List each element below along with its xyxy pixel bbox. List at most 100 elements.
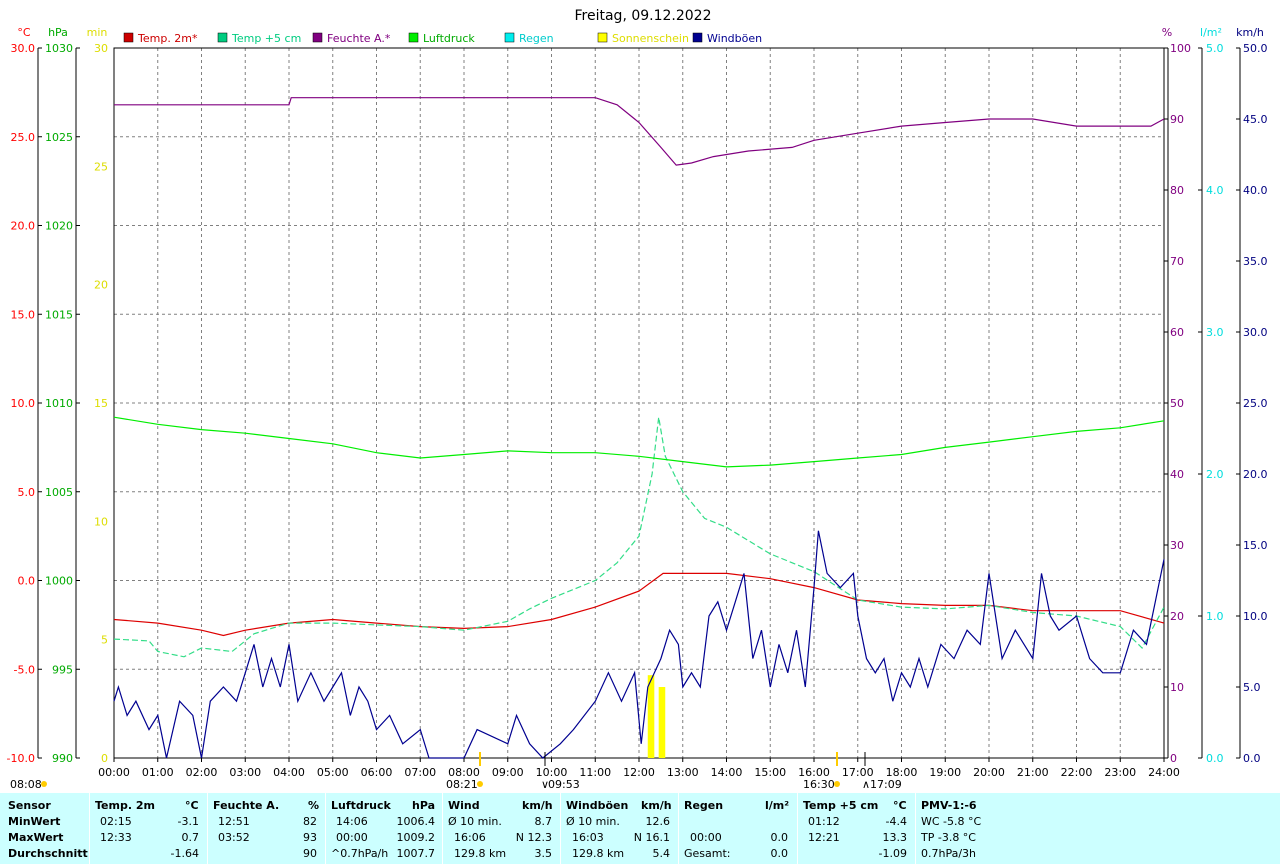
wind-unit: km/h (1236, 26, 1264, 39)
wind-tick-label: 35.0 (1243, 255, 1268, 268)
rain-tick-label: 3.0 (1206, 326, 1224, 339)
temp-tick-label: 25.0 (11, 131, 36, 144)
sunrise-label: 08:08 (10, 778, 42, 791)
wind-r1: 8.7 (534, 815, 553, 828)
x-tick-label: 14:00 (711, 766, 743, 779)
rain-end-icon: ∧ (862, 778, 870, 791)
x-tick-label: 20:00 (973, 766, 1005, 779)
feuchte-max-time: 03:52 (218, 831, 250, 844)
wind-tick-label: 0.0 (1243, 752, 1261, 765)
legend-swatch (692, 32, 703, 43)
regen-r2: 0.0 (770, 831, 789, 844)
regen-unit: l/m² (765, 799, 790, 812)
x-tick-label: 22:00 (1061, 766, 1093, 779)
temp5cm-max: 13.3 (882, 831, 908, 844)
wind-r1-label: Ø 10 min. (448, 815, 502, 828)
feuchte-min: 82 (303, 815, 317, 828)
pressure-tick-label: 1010 (45, 397, 73, 410)
sunrise-icon (41, 781, 47, 787)
rain-tick-label: 4.0 (1206, 184, 1224, 197)
sun-max-label: 09:53 (548, 778, 580, 791)
x-tick-label: 00:00 (98, 766, 130, 779)
luftdruck-unit: hPa (412, 799, 436, 812)
legend-label: Temp +5 cm (231, 32, 301, 45)
temp-tick-label: 30.0 (11, 42, 36, 55)
temp5cm-min: -4.4 (885, 815, 907, 828)
windboeen-r2: N 16.1 (633, 831, 670, 844)
legend-swatch (408, 32, 419, 43)
feuchte-unit: % (308, 799, 320, 812)
temp-tick-label: 0.0 (18, 575, 36, 588)
temp2m-min-time: 02:15 (100, 815, 132, 828)
legend-label: Feuchte A.* (327, 32, 391, 45)
pmv-trend: 0.7hPa/3h (921, 847, 977, 860)
humidity-tick-label: 60 (1170, 326, 1184, 339)
temp2m-max-time: 12:33 (100, 831, 132, 844)
x-tick-label: 06:00 (361, 766, 393, 779)
x-tick-label: 01:00 (142, 766, 174, 779)
legend-swatch (123, 32, 134, 43)
legend-label: Windböen (707, 32, 762, 45)
sunshine-bar (658, 687, 666, 758)
legend-label: Sonnenschein (612, 32, 689, 45)
x-tick-label: 03:00 (229, 766, 261, 779)
sunshine-tick-label: 20 (94, 279, 108, 292)
legend-label: Luftdruck (423, 32, 475, 45)
temp2m-avg: -1.64 (170, 847, 199, 860)
humidity-tick-label: 0 (1170, 752, 1177, 765)
feuchte-avg: 90 (303, 847, 317, 860)
temp-tick-label: 5.0 (18, 486, 36, 499)
wind-tick-label: 30.0 (1243, 326, 1268, 339)
luftdruck-max: 1009.2 (396, 831, 436, 844)
luftdruck-avg: 1007.7 (396, 847, 436, 860)
temp5cm-unit: °C (893, 799, 907, 812)
chart-title: Freitag, 09.12.2022 (575, 8, 712, 24)
temp2m-min: -3.1 (177, 815, 199, 828)
x-tick-label: 04:00 (273, 766, 305, 779)
x-tick-label: 05:00 (317, 766, 349, 779)
windboeen-r3: 5.4 (652, 847, 671, 860)
x-tick-label: 21:00 (1017, 766, 1049, 779)
pressure-tick-label: 990 (52, 752, 73, 765)
wind-tick-label: 45.0 (1243, 113, 1268, 126)
pressure-tick-label: 995 (52, 663, 73, 676)
weather-chart: Freitag, 09.12.2022 °C hPa min % l/m² km… (0, 0, 1280, 793)
temp-tick-label: -10.0 (7, 752, 35, 765)
humidity-tick-label: 90 (1170, 113, 1184, 126)
legend-label: Regen (519, 32, 554, 45)
regen-header: Regen (684, 799, 724, 812)
luftdruck-header: Luftdruck (331, 799, 391, 812)
regen-r2-time: 00:00 (690, 831, 722, 844)
sunshine-tick-label: 25 (94, 160, 108, 173)
feuchte-max: 93 (303, 831, 317, 844)
wind-tick-label: 10.0 (1243, 610, 1268, 623)
wind-unit: km/h (522, 799, 553, 812)
sun-max-icon: ∨ (541, 778, 549, 791)
sensor-header: Sensor (8, 799, 51, 812)
temp2m-max: 0.7 (181, 831, 200, 844)
rain-start-label: 08:21 (446, 778, 478, 791)
sunshine-bar (647, 675, 655, 758)
pressure-tick-label: 1000 (45, 575, 73, 588)
regen-r3: 0.0 (770, 847, 789, 860)
windboeen-header: Windböen (566, 799, 629, 812)
wind-tick-label: 20.0 (1243, 468, 1268, 481)
sunshine-unit: min (87, 26, 108, 39)
sunshine-tick-label: 10 (94, 515, 108, 528)
rain-tick-label: 2.0 (1206, 468, 1224, 481)
temp-tick-label: 15.0 (11, 308, 36, 321)
humidity-tick-label: 30 (1170, 539, 1184, 552)
wind-r3: 3.5 (534, 847, 553, 860)
windboeen-r2-time: 16:03 (572, 831, 604, 844)
rain-unit: l/m² (1200, 26, 1222, 39)
rain-tick-label: 1.0 (1206, 610, 1224, 623)
pressure-tick-label: 1015 (45, 308, 73, 321)
stats-panel: Sensor MinWert MaxWert Durchschnitt Temp… (0, 793, 1280, 864)
luftdruck-min-time: 14:06 (336, 815, 368, 828)
wind-r3-label: 129.8 km (454, 847, 507, 860)
rain-start-icon (477, 781, 483, 787)
pressure-tick-label: 1025 (45, 131, 73, 144)
regen-r3-label: Gesamt: (684, 847, 731, 860)
x-tick-label: 23:00 (1104, 766, 1136, 779)
legend-swatch (312, 32, 323, 43)
